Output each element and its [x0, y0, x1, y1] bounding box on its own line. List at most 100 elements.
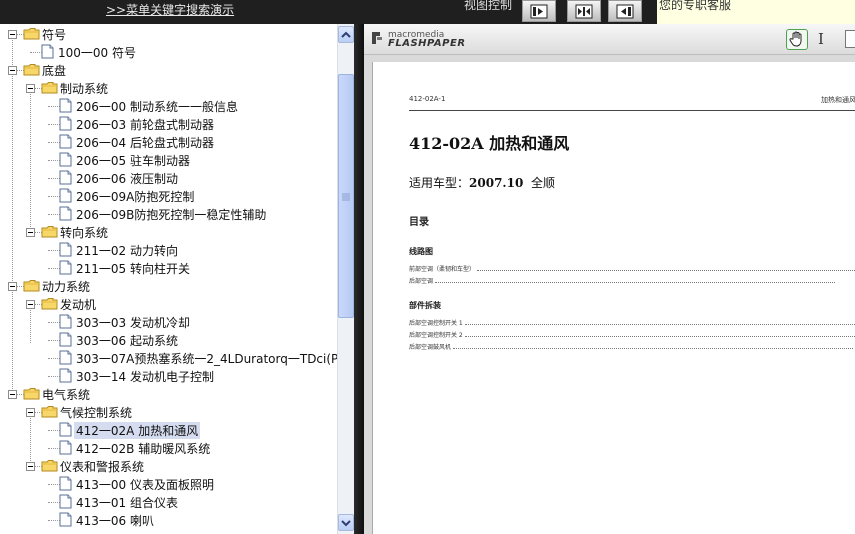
tree-folder[interactable]: 气候控制系统	[0, 403, 337, 421]
document-page: 412-02A-1 加热和通风 412-02A 加热和通风 适用车型：2007.…	[372, 62, 855, 534]
tree-folder[interactable]: 仪表和警报系统	[0, 457, 337, 475]
toc-entry-text: 前部空调（柔韧和车型）	[409, 266, 476, 273]
tree-item[interactable]: 206一09A防抱死控制	[0, 187, 337, 205]
tree-item[interactable]: 412一02A 加热和通风	[0, 421, 337, 439]
view-control-label: 视图控制	[464, 0, 513, 12]
collapse-toggle-icon[interactable]	[26, 84, 35, 93]
collapse-toggle-icon[interactable]	[8, 30, 17, 39]
show-left-button[interactable]	[608, 0, 642, 22]
top-bar: >>菜单关键字搜索演示 视图控制 您的专职客服	[0, 0, 855, 24]
tree-item[interactable]: 100一00 符号	[0, 43, 337, 61]
show-right-icon	[530, 4, 548, 19]
header-rule	[409, 110, 855, 111]
toc-entry[interactable]: 后部空调鼓风机	[409, 342, 855, 351]
toc-entry[interactable]: 后部空调	[409, 276, 855, 285]
tree-folder[interactable]: 符号	[0, 25, 337, 43]
tree-item[interactable]: 206一04 后轮盘式制动器	[0, 133, 337, 151]
document-icon	[59, 206, 72, 221]
tree-item[interactable]: 303一14 发动机电子控制	[0, 367, 337, 385]
page-view-button[interactable]	[845, 30, 855, 48]
document-icon	[59, 260, 72, 275]
tree-folder[interactable]: 制动系统	[0, 79, 337, 97]
document-viewer: macromedia FLASHPAPER I 412-02A-1 加热和通风 …	[364, 24, 855, 534]
tree-item-label: 符号	[42, 28, 67, 42]
applicable-model: 适用车型：2007.10 全顺	[409, 174, 555, 191]
tree-folder[interactable]: 发动机	[0, 295, 337, 313]
folder-open-icon	[41, 297, 58, 310]
collapse-toggle-icon[interactable]	[26, 462, 35, 471]
document-icon	[59, 368, 72, 383]
tree-item[interactable]: 303一06 起动系统	[0, 331, 337, 349]
text-select-icon[interactable]: I	[818, 30, 824, 48]
document-icon	[41, 44, 54, 59]
tree-item[interactable]: 211一05 转向柱开关	[0, 259, 337, 277]
chevron-down-icon	[341, 520, 351, 527]
chevron-up-icon	[341, 31, 351, 38]
document-icon	[59, 134, 72, 149]
document-icon	[59, 476, 72, 491]
model-label: 适用车型：	[409, 176, 470, 190]
tree-folder[interactable]: 转向系统	[0, 223, 337, 241]
folder-open-icon	[41, 405, 58, 418]
collapse-toggle-icon[interactable]	[26, 408, 35, 417]
tree-item-label: 413一06 喇叭	[76, 514, 154, 528]
toc-entry[interactable]: 前部空调（柔韧和车型）	[409, 264, 855, 273]
tree-item-label: 206一06 液压制动	[76, 172, 178, 186]
tree-item[interactable]: 303一03 发动机冷却	[0, 313, 337, 331]
tree-folder[interactable]: 动力系统	[0, 277, 337, 295]
tree-item-label: 电气系统	[42, 388, 91, 402]
document-icon	[59, 350, 72, 365]
tree-item[interactable]: 206一05 驻车制动器	[0, 151, 337, 169]
flashpaper-logo-icon	[372, 32, 382, 44]
split-view-button[interactable]	[567, 0, 601, 22]
tree-item-label: 100一00 符号	[58, 46, 136, 60]
running-head-right: 加热和通风	[821, 96, 855, 104]
document-icon	[59, 98, 72, 113]
collapse-toggle-icon[interactable]	[8, 390, 17, 399]
split-icon	[575, 4, 593, 19]
tree-item[interactable]: 206一00 制动系统一一般信息	[0, 97, 337, 115]
tree-item-label: 气候控制系统	[60, 406, 133, 420]
tree-scrollbar[interactable]	[337, 24, 354, 534]
tree-item[interactable]: 413一06 喇叭	[0, 511, 337, 529]
collapse-toggle-icon[interactable]	[26, 228, 35, 237]
toc-entry-text: 后部空调鼓风机	[409, 344, 452, 351]
tree-item-label: 206一09A防抱死控制	[76, 190, 195, 204]
collapse-toggle-icon[interactable]	[8, 66, 17, 75]
scroll-thumb[interactable]	[338, 74, 354, 318]
tree-item-label: 211一05 转向柱开关	[76, 262, 190, 276]
brand-bottom: FLASHPAPER	[388, 38, 466, 49]
folder-open-icon	[41, 225, 58, 238]
tree-item-label: 413一01 组合仪表	[76, 496, 178, 510]
menu-keyword-search-demo-link[interactable]: >>菜单关键字搜索演示	[106, 1, 234, 18]
tree-item[interactable]: 412一02B 辅助暖风系统	[0, 439, 337, 457]
tree-item[interactable]: 206一03 前轮盘式制动器	[0, 115, 337, 133]
scroll-up-button[interactable]	[338, 26, 354, 43]
toc-entry-text: 后部空调控制开关 2	[409, 332, 463, 339]
section-heading: 线路图	[409, 247, 433, 256]
toc-entry[interactable]: 后部空调控制开关 2	[409, 330, 855, 339]
collapse-toggle-icon[interactable]	[26, 300, 35, 309]
tree-folder[interactable]: 电气系统	[0, 385, 337, 403]
hand-tool-button[interactable]	[786, 29, 808, 50]
toc-entry-text: 后部空调控制开关 1	[409, 320, 463, 327]
tree-item[interactable]: 413一00 仪表及面板照明	[0, 475, 337, 493]
scroll-down-button[interactable]	[338, 514, 354, 531]
show-right-button[interactable]	[522, 0, 556, 22]
model-year: 2007.10	[469, 176, 524, 190]
tree-item[interactable]: 211一02 动力转向	[0, 241, 337, 259]
toc-entry-text: 后部空调	[409, 278, 434, 285]
tree-folder[interactable]: 底盘	[0, 61, 337, 79]
hand-icon	[789, 31, 802, 47]
tree-item-label: 211一02 动力转向	[76, 244, 178, 258]
collapse-toggle-icon[interactable]	[8, 282, 17, 291]
panel-splitter[interactable]	[354, 24, 364, 534]
tree-item[interactable]: 303一07A预热塞系统一2_4LDuratorq一TDci(Pu	[0, 349, 337, 367]
tree-item[interactable]: 206一09B防抱死控制一稳定性辅助	[0, 205, 337, 223]
folder-open-icon	[41, 459, 58, 472]
document-icon	[59, 440, 72, 455]
promo-text: 您的专职客服	[659, 0, 732, 12]
tree-item[interactable]: 413一01 组合仪表	[0, 493, 337, 511]
toc-entry[interactable]: 后部空调控制开关 1	[409, 318, 855, 327]
tree-item[interactable]: 206一06 液压制动	[0, 169, 337, 187]
